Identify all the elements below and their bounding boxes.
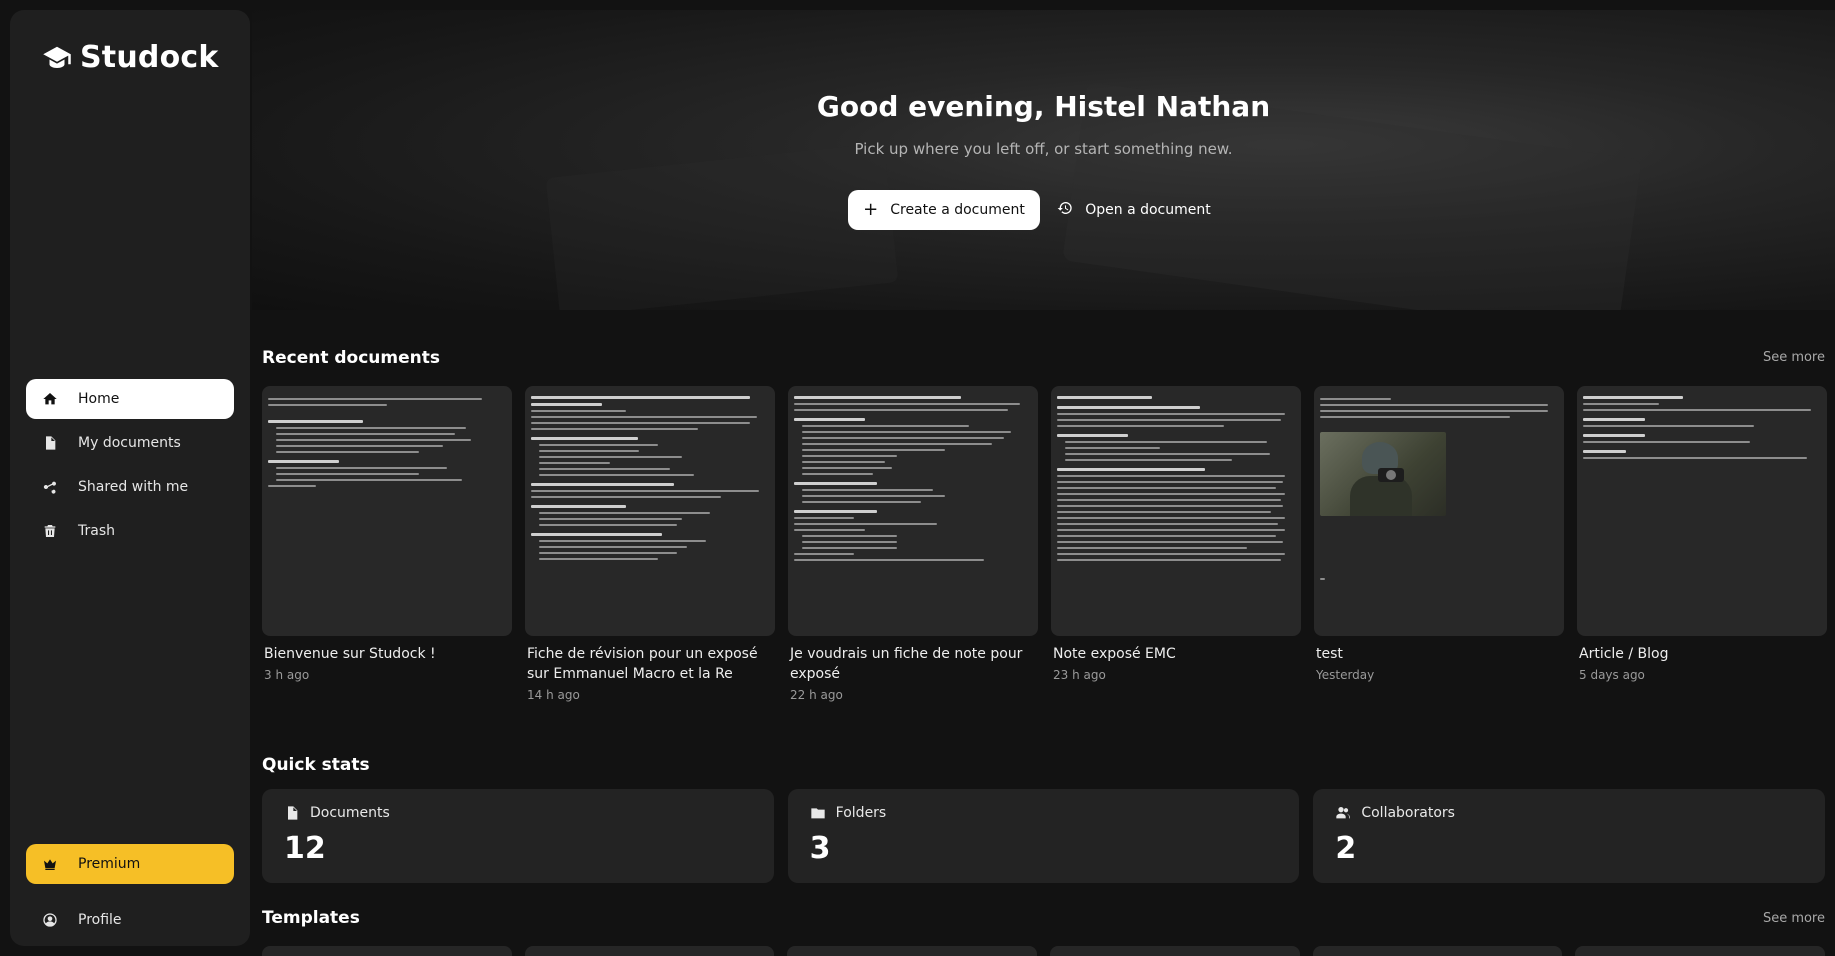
greeting-subtitle: Pick up where you left off, or start som…	[854, 140, 1233, 158]
folder-icon	[811, 808, 825, 819]
brand-name: Studock	[80, 40, 219, 75]
sidebar-item-shared-with-me[interactable]: Shared with me	[26, 467, 234, 507]
open-document-label: Open a document	[1085, 202, 1211, 218]
document-time: Yesterday	[1316, 668, 1375, 682]
crown-icon	[42, 856, 58, 872]
hero-background-laptop	[545, 142, 899, 310]
stat-value: 3	[809, 831, 831, 866]
document-time: 23 h ago	[1053, 668, 1106, 682]
profile-button[interactable]: Profile	[26, 900, 234, 940]
document-thumbnail	[1314, 386, 1564, 636]
template-card[interactable]	[787, 946, 1038, 956]
template-card[interactable]	[524, 946, 775, 956]
home-icon	[42, 391, 58, 407]
template-card[interactable]	[262, 946, 512, 956]
hero-actions: + Create a document Open a document	[848, 190, 1214, 230]
hero-banner: Good evening, Histel Nathan Pick up wher…	[252, 10, 1835, 310]
recent-documents-title: Recent documents	[262, 348, 440, 368]
quick-stats-title: Quick stats	[262, 755, 370, 775]
sidebar-nav: Home My documents Shared with me Trash	[26, 379, 234, 555]
stat-value: 2	[1335, 831, 1357, 866]
image-thumbnail	[1320, 432, 1446, 516]
trash-icon	[42, 523, 58, 539]
plus-icon: +	[863, 199, 879, 220]
create-document-label: Create a document	[890, 202, 1025, 218]
document-thumbnail	[1577, 386, 1827, 636]
create-document-button[interactable]: + Create a document	[848, 190, 1040, 230]
document-title: Article / Blog	[1579, 646, 1669, 662]
recent-documents-list: Bienvenue sur Studock ! 3 h ago Fiche de…	[262, 386, 1827, 702]
templates-see-more-link[interactable]: See more	[1763, 911, 1825, 926]
stat-label: Documents	[310, 805, 390, 821]
sidebar-item-label: Home	[78, 391, 120, 407]
stat-card-folders: Folders 3	[787, 789, 1300, 883]
open-document-button[interactable]: Open a document	[1054, 190, 1214, 230]
stat-card-collaborators: Collaborators 2	[1313, 789, 1826, 883]
document-card[interactable]: Bienvenue sur Studock ! 3 h ago	[262, 386, 512, 702]
sidebar: Studock Home My documents Shared with me…	[10, 10, 250, 946]
sidebar-item-label: Shared with me	[78, 479, 189, 495]
sidebar-item-home[interactable]: Home	[26, 379, 234, 419]
profile-label: Profile	[78, 912, 122, 928]
document-title: test	[1316, 646, 1343, 662]
document-thumbnail	[262, 386, 512, 636]
premium-label: Premium	[78, 856, 141, 872]
stat-card-documents: Documents 12	[262, 789, 774, 883]
document-icon	[42, 435, 58, 451]
template-card[interactable]	[1312, 946, 1563, 956]
quick-stats: Documents 12 Folders 3 Collaborators 2	[262, 789, 1826, 883]
document-card[interactable]: Article / Blog 5 days ago	[1577, 386, 1827, 702]
templates-list	[262, 946, 1826, 956]
graduation-cap-icon	[43, 46, 71, 68]
template-card[interactable]	[1050, 946, 1300, 956]
document-title: Bienvenue sur Studock !	[264, 646, 436, 662]
user-circle-icon	[42, 912, 58, 928]
stat-label: Folders	[835, 805, 887, 821]
file-icon	[288, 806, 298, 820]
stat-value: 12	[284, 831, 326, 866]
template-card[interactable]	[1575, 946, 1826, 956]
sidebar-item-label: My documents	[78, 435, 181, 451]
sidebar-item-trash[interactable]: Trash	[26, 511, 234, 551]
brand-logo[interactable]: Studock	[42, 40, 219, 75]
document-thumbnail	[1051, 386, 1301, 636]
sidebar-item-label: Trash	[78, 523, 115, 539]
share-icon	[42, 479, 58, 495]
document-thumbnail	[525, 386, 775, 636]
document-card[interactable]: Fiche de révision pour un exposé sur Emm…	[525, 386, 775, 702]
document-title: Je voudrais un fiche de note pour exposé	[790, 646, 1023, 682]
premium-button[interactable]: Premium	[26, 844, 234, 884]
templates-title: Templates	[262, 908, 360, 928]
document-title: Note exposé EMC	[1053, 646, 1176, 662]
recent-see-more-link[interactable]: See more	[1763, 350, 1825, 365]
document-time: 22 h ago	[790, 688, 843, 702]
document-title: Fiche de révision pour un exposé sur Emm…	[527, 646, 758, 682]
document-card[interactable]: Je voudrais un fiche de note pour exposé…	[788, 386, 1038, 702]
stat-label: Collaborators	[1361, 805, 1455, 821]
document-card[interactable]: Note exposé EMC 23 h ago	[1051, 386, 1301, 702]
greeting-title: Good evening, Histel Nathan	[816, 90, 1271, 123]
document-time: 5 days ago	[1579, 668, 1645, 682]
document-thumbnail	[788, 386, 1038, 636]
history-icon	[1057, 200, 1073, 220]
sidebar-item-my-documents[interactable]: My documents	[26, 423, 234, 463]
document-card[interactable]: test Yesterday	[1314, 386, 1564, 702]
document-time: 3 h ago	[264, 668, 310, 682]
document-time: 14 h ago	[527, 688, 580, 702]
users-icon	[1336, 807, 1351, 819]
